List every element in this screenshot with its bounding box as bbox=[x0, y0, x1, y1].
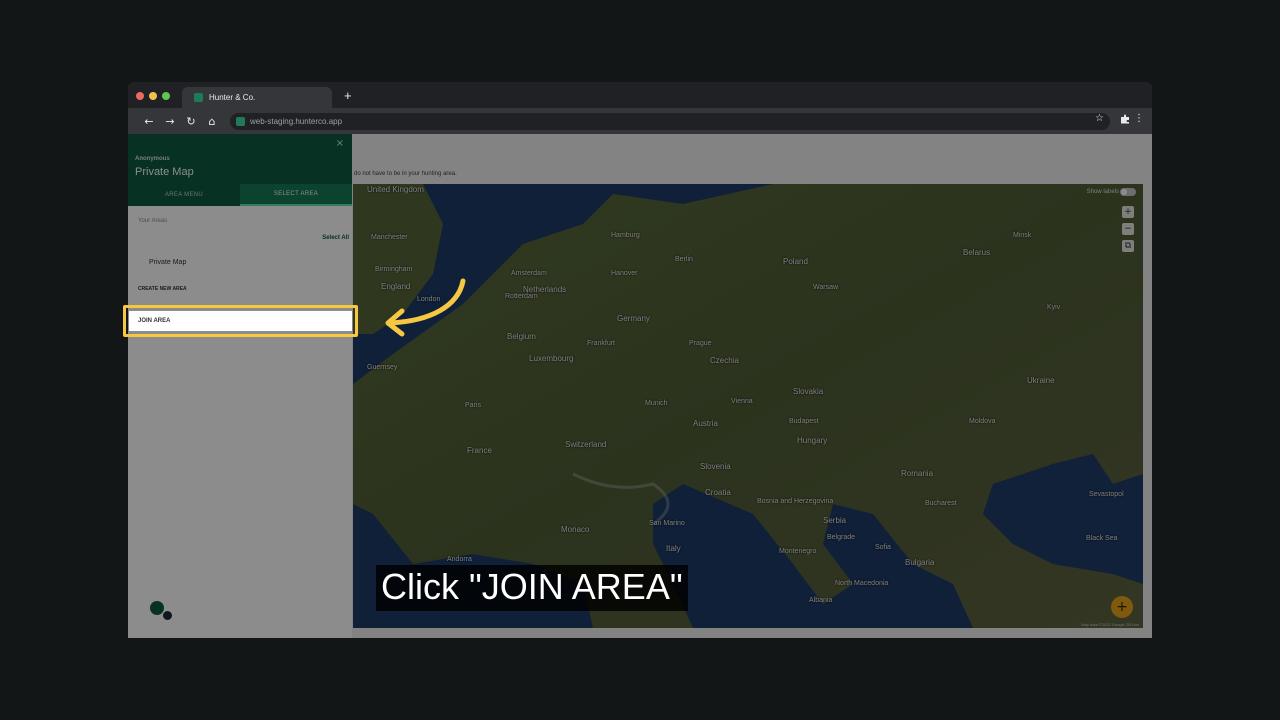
tab-area-menu[interactable]: AREA MENU bbox=[128, 184, 240, 206]
map-label: Serbia bbox=[823, 516, 847, 525]
minimize-window-button[interactable] bbox=[149, 92, 157, 100]
sidebar-tabs: AREA MENU SELECT AREA bbox=[128, 184, 352, 206]
map-label: Czechia bbox=[710, 356, 739, 365]
map-label: Germany bbox=[617, 314, 650, 323]
show-labels-label: Show labels bbox=[1086, 189, 1119, 195]
sidebar: × Anonymous Private Map AREA MENU SELECT… bbox=[128, 134, 352, 638]
map-label: Montenegro bbox=[779, 548, 817, 555]
map-label: Luxembourg bbox=[529, 354, 574, 363]
map-label: Belgium bbox=[507, 332, 536, 341]
browser-window: Hunter & Co. + ← → ↻ ⌂ web-staging.hunte… bbox=[128, 82, 1152, 638]
layers-button[interactable]: ⧉ bbox=[1122, 240, 1134, 252]
forward-icon[interactable]: → bbox=[162, 113, 178, 129]
tutorial-highlight-box bbox=[123, 305, 358, 337]
avatar[interactable] bbox=[150, 601, 164, 615]
map-label: Paris bbox=[465, 402, 481, 409]
map-label: Austria bbox=[693, 419, 718, 428]
map-label: Slovakia bbox=[793, 387, 824, 396]
tab-select-area[interactable]: SELECT AREA bbox=[240, 184, 352, 206]
add-fab-button[interactable]: + bbox=[1111, 596, 1133, 618]
map-label: Guernsey bbox=[367, 364, 398, 371]
zoom-in-button[interactable]: + bbox=[1122, 206, 1134, 218]
map-label: Black Sea bbox=[1086, 535, 1118, 542]
map-label: Warsaw bbox=[813, 284, 839, 291]
map-label: Belarus bbox=[963, 248, 991, 257]
map-label: Andorra bbox=[447, 556, 472, 563]
site-favicon-icon bbox=[194, 93, 203, 102]
address-bar[interactable]: web-staging.hunterco.app bbox=[230, 113, 1110, 130]
zoom-out-button[interactable]: − bbox=[1122, 223, 1134, 235]
stage: Hunter & Co. + ← → ↻ ⌂ web-staging.hunte… bbox=[0, 0, 1280, 720]
map-label: Croatia bbox=[705, 488, 731, 497]
select-all-link[interactable]: Select All bbox=[322, 235, 349, 241]
map-label: Birmingham bbox=[375, 266, 413, 273]
help-badge-icon[interactable] bbox=[163, 611, 172, 620]
new-tab-button[interactable]: + bbox=[344, 89, 352, 102]
map-label: Slovenia bbox=[700, 462, 731, 471]
map-label: Sevastopol bbox=[1089, 491, 1124, 498]
star-icon[interactable]: ☆ bbox=[1095, 113, 1104, 124]
map-label: North Macedonia bbox=[835, 580, 889, 587]
map-label: Switzerland bbox=[565, 440, 607, 449]
map-label: Munich bbox=[645, 400, 668, 407]
map-label: Hungary bbox=[797, 436, 828, 445]
map-label: Moldova bbox=[969, 418, 996, 425]
url-text: web-staging.hunterco.app bbox=[250, 117, 343, 126]
close-window-button[interactable] bbox=[136, 92, 144, 100]
site-favicon-icon bbox=[236, 117, 245, 126]
tab-title: Hunter & Co. bbox=[209, 93, 256, 102]
tab-strip: Hunter & Co. + bbox=[128, 82, 1152, 108]
create-new-area-link[interactable]: CREATE NEW AREA bbox=[138, 286, 187, 292]
map-label: Manchester bbox=[371, 234, 408, 241]
map-label: Rotterdam bbox=[505, 293, 538, 300]
tutorial-caption: Click "JOIN AREA" bbox=[376, 565, 688, 611]
map-label: Bucharest bbox=[925, 500, 957, 507]
map-label: Belgrade bbox=[827, 534, 856, 541]
browser-toolbar: ← → ↻ ⌂ web-staging.hunterco.app ☆ ⋮ bbox=[128, 108, 1152, 134]
map-label: Frankfurt bbox=[587, 340, 616, 347]
extensions-icon[interactable] bbox=[1120, 114, 1130, 124]
map-label: Berlin bbox=[675, 256, 693, 263]
map-label: France bbox=[467, 446, 492, 455]
close-icon[interactable]: × bbox=[336, 138, 344, 149]
satellite-map[interactable]: Show labels + − ⧉ United Kingdom Manches… bbox=[353, 184, 1143, 628]
area-item-private-map[interactable]: Private Map bbox=[149, 259, 186, 266]
home-icon[interactable]: ⌂ bbox=[204, 113, 220, 129]
map-label: San Marino bbox=[649, 520, 685, 527]
map-label: Ukraine bbox=[1027, 376, 1055, 385]
map-label: Monaco bbox=[561, 525, 590, 534]
page-content: × Anonymous Private Map AREA MENU SELECT… bbox=[128, 134, 1152, 638]
tutorial-arrow-icon bbox=[385, 278, 466, 337]
your-areas-label: Your Areas bbox=[138, 218, 168, 224]
browser-tab[interactable]: Hunter & Co. bbox=[182, 87, 332, 108]
map-label: Prague bbox=[689, 340, 712, 347]
map-label: Amsterdam bbox=[511, 270, 547, 277]
map-label: Kyiv bbox=[1047, 304, 1061, 311]
map-owner: Anonymous bbox=[135, 156, 170, 162]
map-label: Italy bbox=[666, 544, 681, 553]
map-attribution: Map data ©2022 Google 200 km bbox=[1081, 622, 1139, 627]
map-label: Hanover bbox=[611, 270, 638, 277]
map-label: Budapest bbox=[789, 418, 819, 425]
hint-text: do not have to be in your hunting area. bbox=[354, 171, 457, 177]
map-label: Vienna bbox=[731, 398, 753, 405]
menu-icon[interactable]: ⋮ bbox=[1134, 113, 1144, 124]
map-title: Private Map bbox=[135, 166, 194, 178]
map-label: Hamburg bbox=[611, 232, 640, 239]
map-label: Romania bbox=[901, 469, 934, 478]
back-icon[interactable]: ← bbox=[141, 113, 157, 129]
show-labels-toggle[interactable] bbox=[1120, 188, 1136, 196]
map-label: United Kingdom bbox=[367, 185, 424, 194]
map-label: Albania bbox=[809, 597, 833, 604]
map-label: Sofia bbox=[875, 544, 891, 551]
map-label: Minsk bbox=[1013, 232, 1032, 239]
maximize-window-button[interactable] bbox=[162, 92, 170, 100]
map-label: Bosnia and Herzegovina bbox=[757, 498, 834, 505]
sidebar-header: × Anonymous Private Map AREA MENU SELECT… bbox=[128, 134, 352, 206]
map-label: Bulgaria bbox=[905, 558, 935, 567]
map-label: Poland bbox=[783, 257, 808, 266]
reload-icon[interactable]: ↻ bbox=[183, 113, 199, 129]
